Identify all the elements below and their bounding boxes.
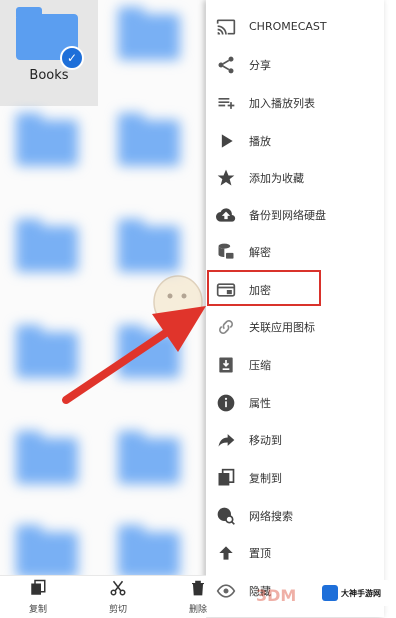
cut-label: 剪切 (108, 605, 127, 615)
copy-button[interactable]: 复制 (16, 578, 60, 615)
menu-item-label: 备份到网络硬盘 (249, 208, 326, 222)
site-watermark: 3DM 大神手游网 (222, 578, 392, 612)
folder-icon (118, 525, 180, 578)
cloud-upload-icon (215, 204, 237, 226)
folder-item[interactable] (102, 0, 200, 106)
menu-item-pin-top[interactable]: 置顶 (206, 534, 384, 571)
copy-to-icon (215, 467, 237, 489)
delete-button[interactable]: 删除 (176, 578, 220, 615)
folder-icon (16, 431, 78, 484)
menu-item-link-app-icon[interactable]: 关联应用图标 (206, 308, 384, 345)
menu-item-label: 置顶 (249, 546, 271, 560)
menu-item-label: 解密 (249, 245, 271, 259)
folder-item-books[interactable]: ✓ Books (0, 0, 98, 106)
menu-item-label: 复制到 (249, 471, 282, 485)
menu-item-web-search[interactable]: 网络搜索 (206, 497, 384, 534)
share-icon (215, 54, 237, 76)
site-logo-icon (322, 585, 338, 601)
link-icon (215, 316, 237, 338)
move-icon (215, 429, 237, 451)
menu-item-copy-to[interactable]: 复制到 (206, 459, 384, 496)
folder-item[interactable] (102, 424, 200, 530)
menu-item-favorite[interactable]: 添加为收藏 (206, 159, 384, 196)
menu-item-properties[interactable]: 属性 (206, 384, 384, 421)
watermark-logo-text: 3DM (256, 586, 297, 605)
cast-icon (215, 16, 237, 38)
compress-icon (215, 354, 237, 376)
folder-icon (16, 219, 78, 272)
playlist-add-icon (215, 92, 237, 114)
menu-item-label: 加入播放列表 (249, 96, 315, 110)
copy-label: 复制 (28, 605, 47, 615)
menu-item-label: 属性 (249, 396, 271, 410)
context-menu: CHROMECAST 分享 加入播放列表 播放 添加为收藏 备份到网络硬盘 解密… (206, 0, 384, 617)
folder-icon (118, 113, 180, 166)
menu-item-label: 添加为收藏 (249, 171, 304, 185)
watermark-site-text: 大神手游网 (341, 588, 381, 598)
folder-item[interactable] (102, 106, 200, 212)
play-icon (215, 130, 237, 152)
copy-icon (16, 578, 60, 600)
folder-item[interactable] (0, 518, 98, 578)
menu-item-label: 播放 (249, 134, 271, 148)
web-search-icon (215, 505, 237, 527)
folder-item[interactable] (0, 106, 98, 212)
pin-top-icon (215, 542, 237, 564)
highlight-box (207, 270, 321, 306)
folder-name: Books (29, 68, 69, 83)
menu-item-compress[interactable]: 压缩 (206, 346, 384, 383)
watermark-badge: 大神手游网 (318, 580, 390, 606)
cut-icon (96, 578, 140, 600)
folder-icon (118, 7, 180, 60)
cut-button[interactable]: 剪切 (96, 578, 140, 615)
menu-item-add-playlist[interactable]: 加入播放列表 (206, 84, 384, 121)
menu-item-chromecast[interactable]: CHROMECAST (206, 8, 384, 45)
menu-item-label: 关联应用图标 (249, 320, 315, 334)
info-icon (215, 392, 237, 414)
menu-item-label: 移动到 (249, 433, 282, 447)
star-icon (215, 167, 237, 189)
delete-icon (176, 578, 220, 600)
menu-item-play[interactable]: 播放 (206, 122, 384, 159)
delete-label: 删除 (188, 605, 207, 615)
menu-item-label: 分享 (249, 58, 271, 72)
menu-item-decrypt[interactable]: 解密 (206, 233, 384, 270)
menu-item-label: CHROMECAST (249, 20, 327, 33)
folder-icon (118, 431, 180, 484)
bottom-action-bar: 复制 剪切 删除 (0, 575, 207, 618)
checkmark-icon: ✓ (60, 46, 84, 70)
folder-item[interactable] (0, 424, 98, 530)
menu-item-backup[interactable]: 备份到网络硬盘 (206, 196, 384, 233)
decrypt-icon (215, 241, 237, 263)
folder-icon (16, 525, 78, 578)
menu-item-move-to[interactable]: 移动到 (206, 421, 384, 458)
red-arrow (62, 306, 206, 404)
menu-item-label: 网络搜索 (249, 509, 293, 523)
menu-item-label: 压缩 (249, 358, 271, 372)
menu-item-share[interactable]: 分享 (206, 46, 384, 83)
folder-item[interactable] (102, 518, 200, 578)
folder-icon (16, 113, 78, 166)
